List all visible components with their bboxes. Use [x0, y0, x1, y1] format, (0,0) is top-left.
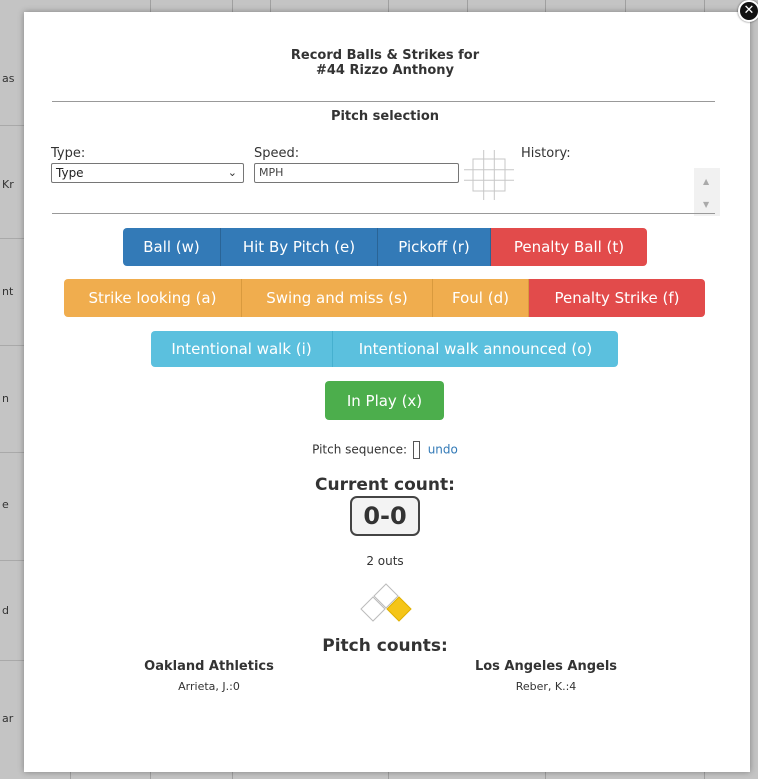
bg-divider	[232, 771, 233, 779]
intentional-walk-announced-button[interactable]: Intentional walk announced (o)	[333, 331, 618, 367]
penalty-ball-button[interactable]: Penalty Ball (t)	[491, 228, 647, 266]
speed-placeholder: MPH	[259, 166, 284, 179]
record-balls-strikes-dialog: Record Balls & Strikes for #44 Rizzo Ant…	[24, 12, 750, 772]
history-scrollbar[interactable]: ▲ ▼	[694, 168, 720, 216]
home-team-name: Los Angeles Angels	[474, 659, 618, 674]
close-icon[interactable]: ✕	[738, 0, 758, 22]
pitch-selection-title: Pitch selection	[330, 109, 440, 124]
pitch-sequence-box	[412, 441, 420, 459]
dialog-title: Record Balls & Strikes for #44 Rizzo Ant…	[24, 48, 746, 78]
pitch-sequence-label: Pitch sequence:	[312, 442, 408, 457]
type-select[interactable]: Type ⌄	[51, 163, 244, 183]
scroll-down-icon[interactable]: ▼	[703, 200, 709, 209]
swing-and-miss-button[interactable]: Swing and miss (s)	[242, 279, 433, 317]
pickoff-button[interactable]: Pickoff (r)	[378, 228, 491, 266]
outs-count: 2 outs	[366, 554, 404, 568]
history-label: History:	[521, 146, 571, 161]
ball-buttons-group: Ball (w) Hit By Pitch (e) Pickoff (r) Pe…	[123, 228, 647, 266]
strike-zone-grid-icon[interactable]	[464, 150, 514, 200]
in-play-button[interactable]: In Play (x)	[325, 381, 444, 420]
bg-divider	[704, 771, 705, 779]
intentional-walk-button[interactable]: Intentional walk (i)	[151, 331, 333, 367]
bg-text-fragment: nt	[2, 285, 14, 298]
pitch-sequence: Pitch sequence: undo	[24, 441, 746, 459]
bg-divider	[545, 771, 546, 779]
strike-buttons-group: Strike looking (a) Swing and miss (s) Fo…	[64, 279, 705, 317]
divider	[52, 213, 715, 214]
away-team-name: Oakland Athletics	[144, 659, 274, 674]
bg-text-fragment: as	[2, 72, 15, 85]
scroll-up-icon[interactable]: ▲	[703, 177, 709, 186]
current-count-value: 0-0	[350, 496, 420, 536]
away-pitcher-count: Arrieta, J.:0	[178, 680, 240, 693]
divider	[52, 101, 715, 102]
intentional-walk-group: Intentional walk (i) Intentional walk an…	[151, 331, 618, 367]
speed-input[interactable]: MPH	[254, 163, 459, 183]
bg-divider	[70, 771, 71, 779]
ball-button[interactable]: Ball (w)	[123, 228, 221, 266]
chevron-down-icon: ⌄	[227, 166, 237, 179]
bg-text-fragment: n	[2, 392, 9, 405]
bg-text-fragment: d	[2, 604, 9, 617]
pitch-counts-title: Pitch counts:	[322, 636, 448, 656]
dialog-title-line1: Record Balls & Strikes for	[290, 48, 480, 63]
bg-divider	[388, 771, 389, 779]
dialog-title-line2: #44 Rizzo Anthony	[315, 63, 454, 78]
bg-text-fragment: Kr	[2, 178, 14, 191]
foul-button[interactable]: Foul (d)	[433, 279, 529, 317]
home-pitcher-count: Reber, K.:4	[515, 680, 577, 693]
bg-text-fragment: ar	[2, 712, 14, 725]
type-label: Type:	[51, 146, 86, 161]
undo-link[interactable]: undo	[428, 443, 458, 457]
penalty-strike-button[interactable]: Penalty Strike (f)	[529, 279, 705, 317]
bases-diamond-icon	[360, 583, 412, 622]
current-count-title: Current count:	[315, 475, 455, 495]
bg-divider	[150, 771, 151, 779]
bg-text-fragment: e	[2, 498, 9, 511]
speed-label: Speed:	[254, 146, 300, 161]
strike-looking-button[interactable]: Strike looking (a)	[64, 279, 242, 317]
type-select-value: Type	[56, 166, 84, 180]
hit-by-pitch-button[interactable]: Hit By Pitch (e)	[221, 228, 378, 266]
